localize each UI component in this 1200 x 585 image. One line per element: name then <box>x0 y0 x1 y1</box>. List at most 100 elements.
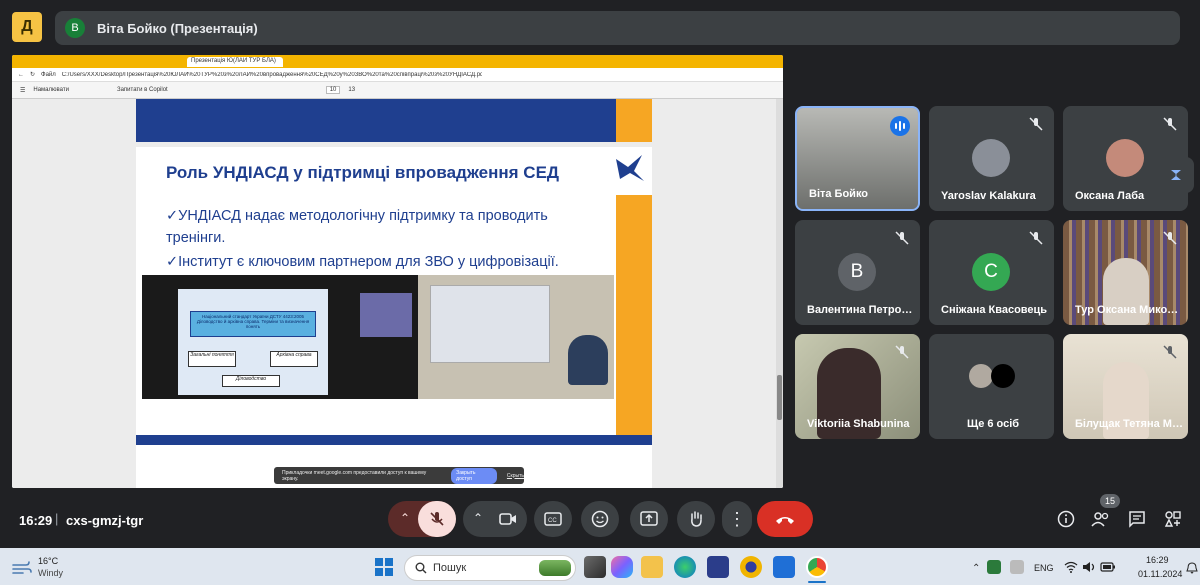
mic-off-icon <box>430 512 444 526</box>
pdf-toolbar: ☰ Намалювати Запитати в Copilot 10 13 <box>12 82 783 99</box>
participant-tile[interactable]: Віта Бойко <box>795 106 920 211</box>
reload-icon[interactable]: ↻ <box>30 71 35 78</box>
page-total: 13 <box>348 87 356 93</box>
hang-up-icon <box>776 517 794 524</box>
raise-hand-button[interactable] <box>677 501 715 537</box>
side-panel-widget[interactable] <box>1158 157 1194 193</box>
copilot-tool[interactable]: Запитати в Copilot <box>117 87 168 93</box>
tray-chevron-icon[interactable]: ⌃ <box>972 563 980 574</box>
prev-slide-band <box>136 99 652 142</box>
hide-notice-link[interactable]: Скрыть <box>507 473 524 479</box>
edge-icon[interactable] <box>674 556 696 578</box>
camera-icon <box>499 513 516 525</box>
participant-tile[interactable]: Білущак Тетяна М… <box>1063 334 1188 439</box>
browser-icon[interactable] <box>740 556 762 578</box>
emoji-button[interactable] <box>581 501 619 537</box>
file-explorer-icon[interactable] <box>641 556 663 578</box>
prev-slide-accent <box>616 99 652 142</box>
browser-tab[interactable]: Презентація Ю(ЛАЙ ТУР БЛА) <box>187 57 283 67</box>
list-icon[interactable]: ☰ <box>20 87 25 94</box>
address-bar[interactable]: ← ↻ Файл C:/Users/XXX/Desktop/Презентаці… <box>12 68 783 82</box>
shared-screen[interactable]: Презентація Ю(ЛАЙ ТУР БЛА) ← ↻ Файл C:/U… <box>12 55 783 488</box>
mic-button[interactable] <box>418 501 456 537</box>
windows-icon <box>375 558 393 576</box>
mic-off-icon <box>1029 231 1043 245</box>
mic-off-icon <box>1029 117 1043 131</box>
taskbar-time[interactable]: 16:29 <box>1146 555 1169 565</box>
tray-app-icon[interactable] <box>987 560 1001 574</box>
back-icon[interactable]: ← <box>18 72 24 78</box>
photo-box: Національний стандарт України ДСТУ 4423:… <box>190 311 316 337</box>
presenter-avatar: В <box>65 18 85 38</box>
mic-control[interactable]: ⌃ <box>388 501 456 537</box>
page-number[interactable]: 10 <box>325 86 341 94</box>
present-button[interactable] <box>630 501 668 537</box>
tray-app-icon[interactable] <box>1010 560 1024 574</box>
participant-name: Yaroslav Kalakura <box>941 190 1036 202</box>
leave-call-button[interactable] <box>757 501 813 537</box>
svg-text:CC: CC <box>548 518 557 524</box>
notification-bell-icon[interactable] <box>1186 562 1198 574</box>
activities-button[interactable] <box>1162 508 1184 530</box>
chrome-icon[interactable] <box>806 556 828 578</box>
draw-tool[interactable]: Намалювати <box>33 87 69 93</box>
file-label: Файл <box>41 71 56 78</box>
presenter-banner[interactable]: В Віта Бойко (Презентація) <box>55 11 1180 45</box>
volume-icon[interactable] <box>1082 561 1096 573</box>
info-icon <box>1057 510 1075 528</box>
app-icon[interactable] <box>707 556 729 578</box>
photo-screen: Національний стандарт України ДСТУ 4423:… <box>178 289 328 395</box>
top-bar: Д В Віта Бойко (Презентація) <box>0 0 1200 56</box>
wifi-icon[interactable] <box>1064 561 1078 573</box>
weather-temperature[interactable]: 16°C <box>38 556 58 566</box>
people-icon <box>1091 512 1109 527</box>
mic-off-icon <box>1163 345 1177 359</box>
start-button[interactable] <box>374 557 396 579</box>
participant-name: Віта Бойко <box>809 188 869 200</box>
store-icon[interactable] <box>773 556 795 578</box>
photo-person <box>568 335 608 385</box>
shapes-icon <box>1164 511 1181 527</box>
taskbar-date[interactable]: 01.11.2024 <box>1138 569 1182 579</box>
battery-icon[interactable] <box>1100 562 1116 572</box>
mic-off-icon <box>1163 231 1177 245</box>
share-notice: Прикладочки meet.google.com предоставили… <box>274 467 524 484</box>
pdf-scrollbar[interactable] <box>776 99 783 488</box>
mic-off-icon <box>895 345 909 359</box>
slide-photo: Національний стандарт України ДСТУ 4423:… <box>142 275 614 399</box>
participant-tile[interactable]: С Сніжана Квасовець <box>929 220 1054 325</box>
captions-button[interactable]: CC <box>534 501 572 537</box>
more-participants-tile[interactable]: Ще 6 осіб <box>929 334 1054 439</box>
participant-tile[interactable]: В Валентина Петро… <box>795 220 920 325</box>
copilot-icon[interactable] <box>611 556 633 578</box>
participant-tile[interactable]: Yaroslav Kalakura <box>929 106 1054 211</box>
weather-description[interactable]: Windy <box>38 568 63 578</box>
people-count-badge: 15 <box>1100 494 1120 508</box>
chat-button[interactable] <box>1126 508 1148 530</box>
speaking-indicator-icon <box>890 116 910 136</box>
meeting-info-button[interactable] <box>1055 508 1077 530</box>
taskbar-search[interactable]: Пошук <box>404 555 576 581</box>
task-view-icon[interactable] <box>584 556 606 578</box>
slide-bullet: ✓Інститут є ключовим партнером для ЗВО у… <box>166 254 559 270</box>
present-screen-icon <box>640 511 658 526</box>
chevron-up-icon[interactable]: ⌃ <box>400 511 410 525</box>
app-logo[interactable]: Д <box>12 12 42 42</box>
participant-tile[interactable]: Тур Оксана Мико… <box>1063 220 1188 325</box>
separator: | <box>55 511 59 526</box>
photo-term: Архівна справа <box>270 351 318 367</box>
slide: Роль УНДІАСД у підтримці впровадження СЕ… <box>136 147 652 435</box>
hand-icon <box>691 511 702 527</box>
participant-tile[interactable]: Viktoriia Shabunina <box>795 334 920 439</box>
photo-video-tile <box>360 293 412 337</box>
chevron-up-icon[interactable]: ⌃ <box>473 511 483 525</box>
weather-icon[interactable] <box>10 557 32 579</box>
input-language[interactable]: ENG <box>1034 563 1054 573</box>
more-options-button[interactable]: ⋮ <box>722 501 752 537</box>
pdf-scrollbar-thumb[interactable] <box>777 375 782 420</box>
url-text[interactable]: C:/Users/XXX/Desktop/Презентація%20ЮЛАЙ%… <box>62 72 482 78</box>
people-button[interactable] <box>1090 508 1112 530</box>
camera-control[interactable]: ⌃ <box>463 501 527 537</box>
stop-sharing-button[interactable]: Закрыть доступ <box>451 467 497 484</box>
slide-bullet: ✓УНДІАСД надає методологічну підтримку т… <box>166 208 548 246</box>
